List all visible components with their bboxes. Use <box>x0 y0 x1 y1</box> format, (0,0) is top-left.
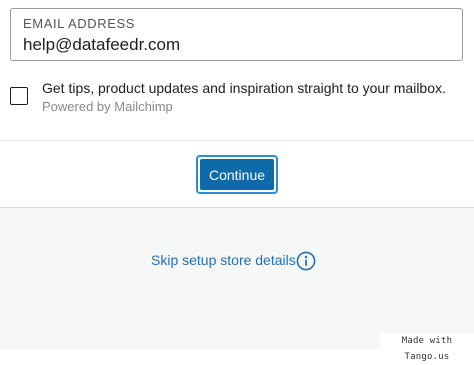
section-divider <box>0 140 474 141</box>
continue-button[interactable]: Continue <box>196 155 278 194</box>
info-circle-icon[interactable] <box>296 251 316 271</box>
newsletter-consent-label: Get tips, product updates and inspiratio… <box>42 80 446 96</box>
skip-setup-store-details-link[interactable]: Skip setup store details <box>151 252 296 268</box>
newsletter-checkbox[interactable] <box>10 87 28 105</box>
continue-button-label: Continue <box>200 159 274 190</box>
powered-by-mailchimp-text: Powered by Mailchimp <box>42 99 173 114</box>
email-field[interactable] <box>23 35 443 55</box>
email-field-label: EMAIL ADDRESS <box>23 16 136 31</box>
tango-watermark: Made with Tango.us <box>380 333 474 362</box>
footer-panel <box>0 208 474 349</box>
email-field-container[interactable]: EMAIL ADDRESS <box>10 8 463 61</box>
